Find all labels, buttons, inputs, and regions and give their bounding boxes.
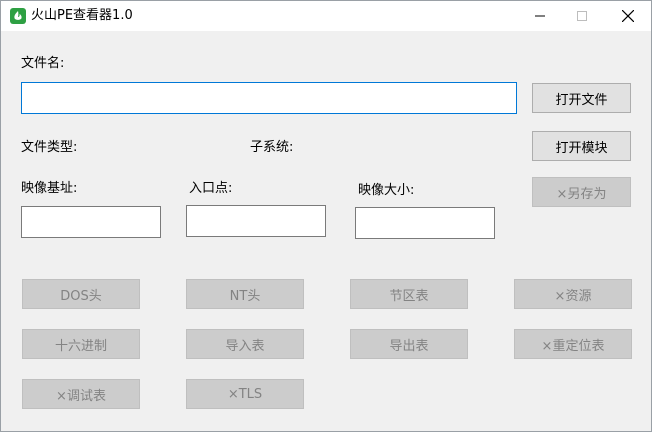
nt-header-button[interactable]: NT头 — [186, 279, 304, 309]
minimize-icon — [535, 15, 545, 17]
close-button[interactable] — [605, 1, 651, 31]
open-module-button[interactable]: 打开模块 — [532, 131, 631, 161]
file-name-input[interactable] — [21, 82, 517, 114]
export-table-button[interactable]: 导出表 — [350, 329, 468, 359]
image-size-input[interactable] — [355, 207, 495, 239]
save-as-button[interactable]: ×另存为 — [532, 177, 631, 207]
subsystem-label: 子系统: — [250, 140, 294, 155]
image-base-input[interactable] — [21, 206, 161, 238]
section-table-button[interactable]: 节区表 — [350, 279, 468, 309]
window-title: 火山PE查看器1.0 — [31, 8, 133, 23]
maximize-icon — [577, 11, 587, 21]
file-name-label: 文件名: — [21, 56, 65, 71]
maximize-button[interactable] — [559, 1, 605, 31]
open-file-button[interactable]: 打开文件 — [532, 83, 631, 113]
app-icon — [10, 8, 26, 24]
title-bar: 火山PE查看器1.0 — [1, 1, 651, 31]
entry-point-input[interactable] — [186, 205, 326, 237]
image-size-label: 映像大小: — [358, 183, 415, 198]
minimize-button[interactable] — [517, 1, 563, 31]
close-icon — [622, 10, 634, 22]
file-type-label: 文件类型: — [21, 140, 78, 155]
tls-button[interactable]: ×TLS — [186, 379, 304, 409]
entry-point-label: 入口点: — [189, 181, 233, 196]
hex-button[interactable]: 十六进制 — [22, 329, 140, 359]
reloc-table-button[interactable]: ×重定位表 — [514, 329, 632, 359]
image-base-label: 映像基址: — [21, 181, 78, 196]
debug-table-button[interactable]: ×调试表 — [22, 379, 140, 409]
import-table-button[interactable]: 导入表 — [186, 329, 304, 359]
main-window: 火山PE查看器1.0 文件名: 打开文件 打开模块 ×另存为 文件类型: 子系统… — [0, 0, 652, 432]
dos-header-button[interactable]: DOS头 — [22, 279, 140, 309]
resources-button[interactable]: ×资源 — [514, 279, 632, 309]
